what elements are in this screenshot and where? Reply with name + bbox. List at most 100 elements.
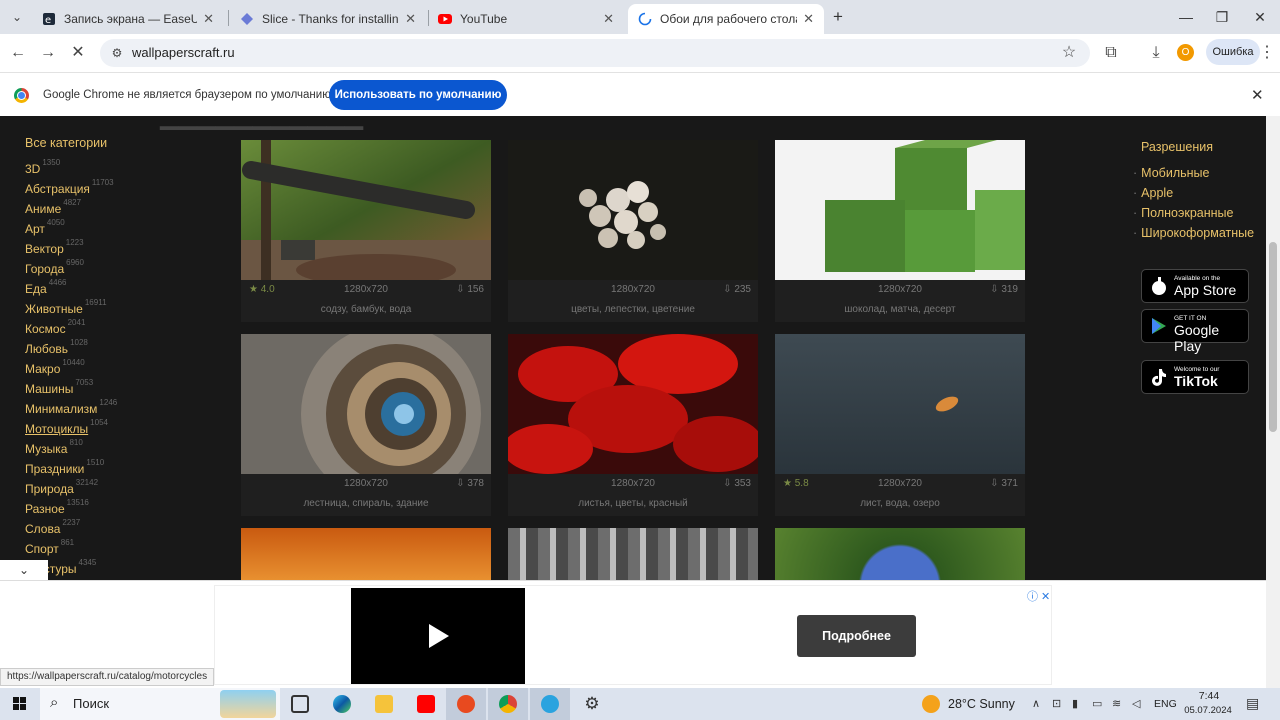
category-link[interactable]: Аниме 4827 — [25, 198, 117, 222]
category-name[interactable]: Макро — [25, 362, 60, 376]
resolution-fullscreen-link[interactable]: Полноэкранные — [1133, 206, 1233, 220]
category-name[interactable]: Еда — [25, 282, 47, 296]
wallpaper-card[interactable]: 1280x720 ⇩ 319 шоколад, матча, десерт — [775, 140, 1025, 322]
resolution-apple-link[interactable]: Apple — [1133, 186, 1173, 200]
all-categories-link[interactable]: Все категории — [25, 136, 107, 150]
wallpaper-card[interactable]: ★ 4.0 1280x720 ⇩ 156 содзу, бамбук, вода — [241, 140, 491, 322]
wallpaper-card[interactable]: ★ 5.8 1280x720 ⇩ 371 лист, вода, озеро — [775, 334, 1025, 516]
wallpaper-tags[interactable]: листья, цветы, красный — [508, 494, 758, 509]
resolution-mobile-link[interactable]: Мобильные — [1133, 166, 1209, 180]
stop-loading-icon[interactable]: ✕ — [67, 42, 89, 64]
category-name[interactable]: Аниме — [25, 202, 61, 216]
scrollbar-thumb[interactable] — [1269, 242, 1277, 432]
back-icon[interactable]: ← — [7, 42, 29, 64]
category-name[interactable]: Арт — [25, 222, 45, 236]
new-tab-button[interactable]: + — [824, 6, 852, 28]
wallpaper-tags[interactable]: лестница, спираль, здание — [241, 494, 491, 509]
infobar-close-icon[interactable]: ✕ — [1251, 86, 1264, 104]
resolution-link[interactable]: 1280x720 — [508, 478, 758, 489]
extensions-icon[interactable]: ⧉ — [1100, 42, 1122, 64]
bookmark-star-icon[interactable]: ☆ — [1058, 42, 1080, 64]
volume-icon[interactable]: ◁ — [1132, 697, 1140, 710]
maximize-button[interactable]: ❐ — [1208, 6, 1236, 28]
page-scrollbar[interactable] — [1266, 116, 1280, 688]
wallpaper-card[interactable]: 1280x720 ⇩ 235 цветы, лепестки, цветение — [508, 140, 758, 322]
clock-time[interactable]: 7:44 — [1186, 690, 1232, 702]
downloads-icon[interactable]: ⤓ — [1145, 42, 1167, 64]
close-tab-icon[interactable]: ✕ — [603, 11, 614, 27]
taskbar-search-text[interactable]: Поиск — [73, 696, 109, 711]
task-view-icon[interactable] — [280, 688, 320, 720]
category-name[interactable]: Минимализм — [25, 402, 97, 416]
category-name[interactable]: Космос — [25, 322, 66, 336]
weather-widget[interactable]: 28°C Sunny — [922, 688, 1032, 720]
tab-easeus[interactable]: e Запись экрана — EaseUS RecE ✕ — [32, 4, 224, 34]
resolution-link[interactable]: 1280x720 — [241, 478, 491, 489]
google-play-badge[interactable]: GET IT ON Google Play — [1141, 309, 1249, 354]
minimize-button[interactable]: — — [1172, 6, 1200, 28]
settings-gear-icon[interactable]: ⚙ — [572, 688, 612, 720]
tab-youtube[interactable]: YouTube ✕ — [428, 4, 624, 34]
tab-slice[interactable]: Slice - Thanks for installing! ✕ — [230, 4, 426, 34]
ad-more-button[interactable]: Подробнее — [797, 615, 916, 657]
language-indicator[interactable]: ENG — [1154, 698, 1177, 710]
youtube-app-icon[interactable] — [406, 688, 446, 720]
app-store-badge[interactable]: Available on the App Store — [1141, 269, 1249, 303]
close-window-button[interactable]: ✕ — [1246, 6, 1274, 28]
menu-kebab-icon[interactable]: ⋮ — [1256, 42, 1278, 64]
tab-search-icon[interactable]: ⌄ — [6, 6, 28, 28]
wallpaper-thumbnail-city[interactable] — [508, 528, 758, 580]
wallpaper-thumbnail-leaf-on-water[interactable] — [775, 334, 1025, 474]
address-bar[interactable]: ⚙ wallpaperscraft.ru ☆ — [100, 39, 1090, 67]
category-name[interactable]: Вектор — [25, 242, 64, 256]
forward-icon[interactable]: → — [37, 42, 59, 64]
close-tab-icon[interactable]: ✕ — [203, 11, 214, 27]
resolution-link[interactable]: 1280x720 — [241, 284, 491, 295]
category-name[interactable]: 3D — [25, 162, 40, 176]
microphone-icon[interactable]: ▮ — [1072, 697, 1078, 710]
tab-wallpapers[interactable]: Обои для рабочего стола, ска ✕ — [628, 4, 824, 34]
category-link[interactable]: Города 6960 — [25, 258, 117, 282]
wallpaper-thumbnail-matcha[interactable] — [775, 140, 1025, 280]
category-name[interactable]: Природа — [25, 482, 74, 496]
telegram-icon[interactable] — [530, 688, 570, 720]
easeus-recorder-icon[interactable] — [446, 688, 486, 720]
collapse-chevron-icon[interactable]: ⌄ — [0, 560, 48, 580]
category-name[interactable]: Музыка — [25, 442, 67, 456]
category-name[interactable]: Любовь — [25, 342, 68, 356]
close-tab-icon[interactable]: ✕ — [803, 11, 814, 27]
ad-info-close-icon[interactable]: ⓘ ✕ — [1027, 588, 1050, 604]
url-text[interactable]: wallpaperscraft.ru — [132, 45, 235, 60]
wallpaper-thumbnail-blossoms[interactable] — [508, 140, 758, 280]
resolution-link[interactable]: 1280x720 — [775, 284, 1025, 295]
set-default-button[interactable]: Использовать по умолчанию — [329, 80, 507, 110]
wallpaper-tags[interactable]: лист, вода, озеро — [775, 494, 1025, 509]
edge-icon[interactable] — [322, 688, 362, 720]
category-name[interactable]: Спорт — [25, 542, 59, 556]
play-icon[interactable] — [429, 624, 449, 648]
clock-date[interactable]: 05.07.2024 — [1180, 705, 1236, 716]
category-name[interactable]: Города — [25, 262, 64, 276]
ad-banner[interactable]: Подробнее ⓘ ✕ — [214, 585, 1052, 685]
category-name[interactable]: Абстракция — [25, 182, 90, 196]
category-name[interactable]: Мотоциклы — [25, 422, 88, 436]
category-name[interactable]: Животные — [25, 302, 83, 316]
category-link[interactable]: Макро 10440 — [25, 358, 117, 382]
extension-badge-icon[interactable]: O — [1177, 44, 1194, 61]
file-explorer-icon[interactable] — [364, 688, 404, 720]
tray-chevron-icon[interactable]: ∧ — [1032, 697, 1040, 710]
wallpaper-thumbnail-sunset[interactable] — [241, 528, 491, 580]
category-link[interactable]: Спорт 861 — [25, 538, 117, 562]
profile-error-button[interactable]: Ошибка — [1206, 39, 1260, 65]
wifi-icon[interactable]: ≋ — [1112, 697, 1121, 710]
windows-start-icon[interactable] — [0, 688, 40, 720]
tray-app-icon[interactable]: ⊡ — [1052, 697, 1061, 710]
category-name[interactable]: Слова — [25, 522, 60, 536]
wallpaper-thumbnail-shishi-odoshi[interactable] — [241, 140, 491, 286]
battery-icon[interactable]: ▭ — [1092, 697, 1102, 710]
resolution-link[interactable]: 1280x720 — [775, 478, 1025, 489]
wallpaper-card[interactable]: 1280x720 ⇩ 378 лестница, спираль, здание — [241, 324, 491, 516]
close-tab-icon[interactable]: ✕ — [405, 11, 416, 27]
wallpaper-tags[interactable]: цветы, лепестки, цветение — [508, 300, 758, 315]
category-name[interactable]: Разное — [25, 502, 65, 516]
